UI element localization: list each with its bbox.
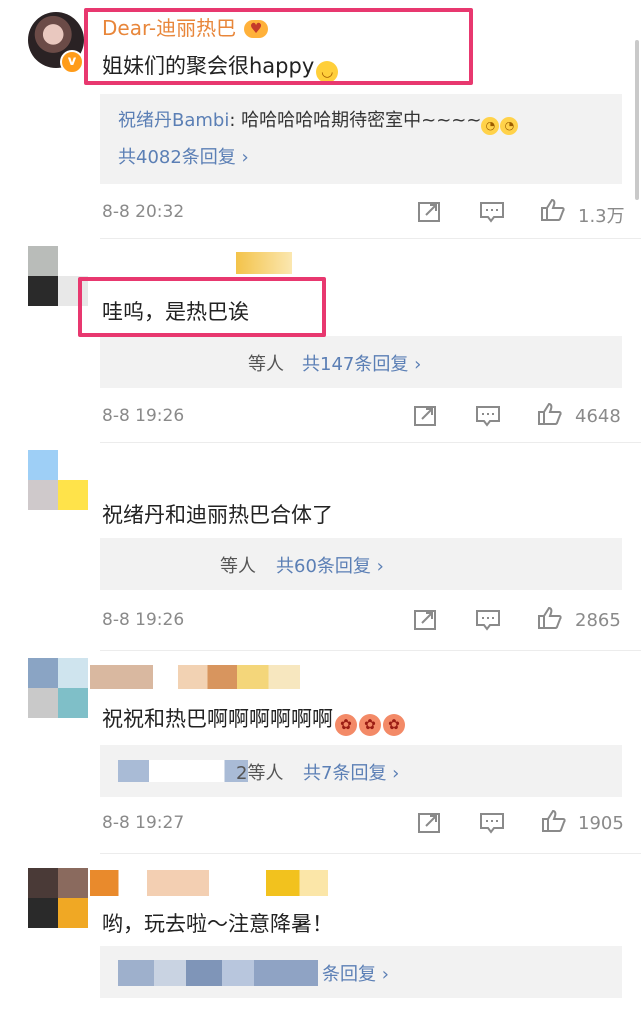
comment-text: 哟，玩去啦～注意降暑！ — [102, 912, 333, 936]
avatar[interactable] — [28, 658, 88, 718]
comment-item: 祝祝和热巴啊啊啊啊啊啊 ✿ ✿ ✿ 2等人 共7条回复 › 8-8 19:27 190… — [0, 655, 641, 860]
reply-names-blurred — [118, 960, 318, 986]
timestamp: 8-8 19:26 — [102, 406, 185, 426]
repost-icon[interactable] — [413, 404, 439, 428]
repost-icon[interactable] — [417, 200, 443, 224]
crab-emoji-icon: ✿ — [383, 714, 405, 736]
divider — [100, 442, 641, 443]
timestamp: 8-8 20:32 — [102, 202, 185, 222]
highlight-box — [84, 8, 473, 85]
username-blurred — [90, 665, 300, 689]
reply-count-link[interactable]: 共60条回复 › — [276, 552, 384, 578]
reply-box[interactable]: 2等人 共7条回复 › — [100, 745, 622, 797]
timestamp: 8-8 19:26 — [102, 610, 185, 630]
username-blurred — [236, 252, 292, 274]
avatar[interactable] — [28, 868, 88, 928]
reply-count-link[interactable]: 条回复 › — [322, 960, 389, 986]
reply-count-link[interactable]: 共147条回复 › — [302, 350, 421, 376]
like-count: 1.3万 — [578, 206, 625, 227]
reply-text: 哈哈哈哈哈期待密室中~~~~ — [241, 110, 482, 131]
reply-count-link[interactable]: 共7条回复 › — [303, 759, 399, 785]
timestamp: 8-8 19:27 — [102, 813, 185, 833]
reply-people: 等人 — [248, 354, 284, 375]
divider — [100, 853, 641, 854]
like-icon[interactable] — [537, 606, 563, 630]
divider — [100, 650, 641, 651]
like-icon[interactable] — [541, 809, 567, 833]
reply-box[interactable]: 等人 共147条回复 › — [100, 336, 622, 388]
like-icon[interactable] — [540, 198, 566, 222]
avatar[interactable] — [28, 450, 88, 510]
like-icon[interactable] — [537, 402, 563, 426]
like-count: 2865 — [575, 610, 621, 631]
comment-icon[interactable] — [475, 404, 501, 428]
crying-emoji-icon: ◔ — [500, 117, 519, 135]
comment-item: 哇呜，是热巴诶 等人 共147条回复 › 8-8 19:26 4648 — [0, 240, 641, 450]
comment-text-label: 祝祝和热巴啊啊啊啊啊啊 — [102, 707, 333, 731]
crab-emoji-icon: ✿ — [359, 714, 381, 736]
comment-text: 祝祝和热巴啊啊啊啊啊啊 ✿ ✿ ✿ — [102, 703, 405, 736]
like-count: 4648 — [575, 406, 621, 427]
reply-people: 2等人 — [236, 763, 284, 784]
like-count: 1905 — [578, 813, 624, 834]
reply-preview[interactable]: 祝绪丹Bambi: 哈哈哈哈哈期待密室中~~~~ ◔ ◔ — [118, 106, 519, 135]
reply-names-blurred — [118, 760, 248, 782]
crying-emoji-icon: ◔ — [481, 117, 500, 135]
comment-item: 哟，玩去啦～注意降暑！ 条回复 › — [0, 860, 641, 1012]
reply-count-link[interactable]: 共4082条回复 › — [118, 143, 249, 169]
username-blurred — [90, 870, 328, 896]
repost-icon[interactable] — [413, 608, 439, 632]
reply-people: 等人 — [220, 556, 256, 577]
verified-badge-icon: v — [60, 50, 84, 74]
divider — [100, 238, 641, 239]
comment-icon[interactable] — [475, 608, 501, 632]
repost-icon[interactable] — [417, 811, 443, 835]
comment-icon[interactable] — [479, 200, 505, 224]
comment-item: 祝绪丹和迪丽热巴合体了 等人 共60条回复 › 8-8 19:26 2865 — [0, 450, 641, 655]
reply-box[interactable]: 祝绪丹Bambi: 哈哈哈哈哈期待密室中~~~~ ◔ ◔ 共4082条回复 › — [100, 94, 622, 184]
highlight-box — [78, 277, 326, 337]
reply-author[interactable]: 祝绪丹Bambi — [118, 110, 229, 131]
crab-emoji-icon: ✿ — [335, 714, 357, 736]
comment-icon[interactable] — [479, 811, 505, 835]
comment-text: 祝绪丹和迪丽热巴合体了 — [102, 503, 333, 527]
reply-box[interactable]: 条回复 › — [100, 946, 622, 998]
reply-box[interactable]: 等人 共60条回复 › — [100, 538, 622, 590]
